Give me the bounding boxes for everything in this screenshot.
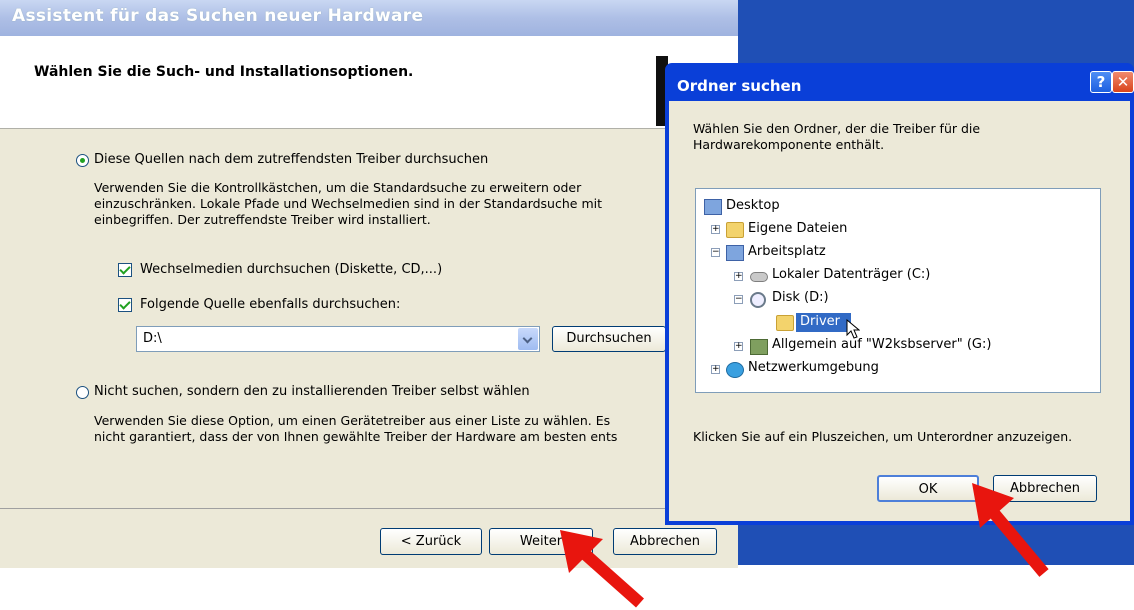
browse-button[interactable]: Durchsuchen [552, 326, 666, 352]
annotation-arrow-ok [972, 483, 1049, 577]
drive-icon [750, 272, 768, 282]
checkbox-include-location[interactable] [118, 298, 132, 312]
tree-item-netzwerkumgebung[interactable]: Netzwerkumgebung [748, 360, 879, 375]
tree-item-disk-d[interactable]: Disk (D:) [772, 290, 829, 305]
chevron-down-icon[interactable] [518, 328, 538, 350]
path-combobox[interactable]: D:\ [136, 326, 540, 352]
tree-item-driver[interactable]: Driver [800, 314, 840, 329]
ok-button[interactable]: OK [877, 475, 979, 502]
expand-icon[interactable]: + [734, 272, 743, 281]
radio-search-sources-label[interactable]: Diese Quellen nach dem zutreffendsten Tr… [94, 152, 488, 167]
back-button[interactable]: < Zurück [380, 528, 482, 555]
hardware-wizard-window: Assistent für das Suchen neuer Hardware … [0, 0, 738, 568]
desktop-icon [704, 199, 722, 215]
expand-icon[interactable]: + [734, 342, 743, 351]
dialog-instruction: Wählen Sie den Ordner, der die Treiber f… [693, 121, 981, 152]
network-icon [726, 362, 744, 378]
dialog-hint: Klicken Sie auf ein Pluszeichen, um Unte… [693, 429, 1073, 444]
wizard-heading: Wählen Sie die Such- und Installationsop… [34, 64, 414, 80]
wizard-title-bar: Assistent für das Suchen neuer Hardware [0, 0, 738, 36]
collapse-icon[interactable]: − [734, 295, 743, 304]
collapse-icon[interactable]: − [711, 248, 720, 257]
manual-description: Verwenden Sie diese Option, um einen Ger… [94, 413, 618, 444]
wizard-header [0, 36, 660, 129]
tree-item-local-disk-c[interactable]: Lokaler Datenträger (C:) [772, 267, 930, 282]
search-description: Verwenden Sie die Kontrollkästchen, um d… [94, 180, 602, 227]
folder-icon [726, 222, 744, 238]
tree-item-eigene-dateien[interactable]: Eigene Dateien [748, 221, 847, 236]
mouse-cursor-icon [846, 319, 860, 339]
help-icon[interactable]: ? [1090, 71, 1112, 93]
tree-item-arbeitsplatz[interactable]: Arbeitsplatz [748, 244, 826, 259]
radio-manual-driver-label[interactable]: Nicht suchen, sondern den zu installiere… [94, 384, 530, 399]
radio-manual-driver[interactable] [76, 386, 89, 399]
close-icon[interactable]: ✕ [1112, 71, 1134, 93]
computer-icon [726, 245, 744, 261]
annotation-arrow-next [560, 530, 644, 608]
radio-search-sources[interactable] [76, 154, 89, 167]
divider [0, 508, 738, 509]
expand-icon[interactable]: + [711, 365, 720, 374]
folder-open-icon [776, 315, 794, 331]
browse-folder-dialog: Ordner suchen ? ✕ Wählen Sie den Ordner,… [665, 63, 1134, 525]
checkbox-include-location-label[interactable]: Folgende Quelle ebenfalls durchsuchen: [140, 297, 400, 312]
expand-icon[interactable]: + [711, 225, 720, 234]
checkbox-removable-media-label[interactable]: Wechselmedien durchsuchen (Diskette, CD,… [140, 262, 442, 277]
wizard-title: Assistent für das Suchen neuer Hardware [12, 6, 424, 26]
folder-tree[interactable]: Desktop + Eigene Dateien − Arbeitsplatz … [695, 188, 1101, 393]
tree-item-desktop[interactable]: Desktop [726, 198, 780, 213]
path-value: D:\ [143, 331, 162, 346]
network-drive-icon [750, 339, 768, 355]
cd-icon [750, 292, 766, 308]
dialog-title: Ordner suchen [677, 77, 802, 95]
checkbox-removable-media[interactable] [118, 263, 132, 277]
tree-item-network-share[interactable]: Allgemein auf "W2ksbserver" (G:) [772, 337, 991, 352]
